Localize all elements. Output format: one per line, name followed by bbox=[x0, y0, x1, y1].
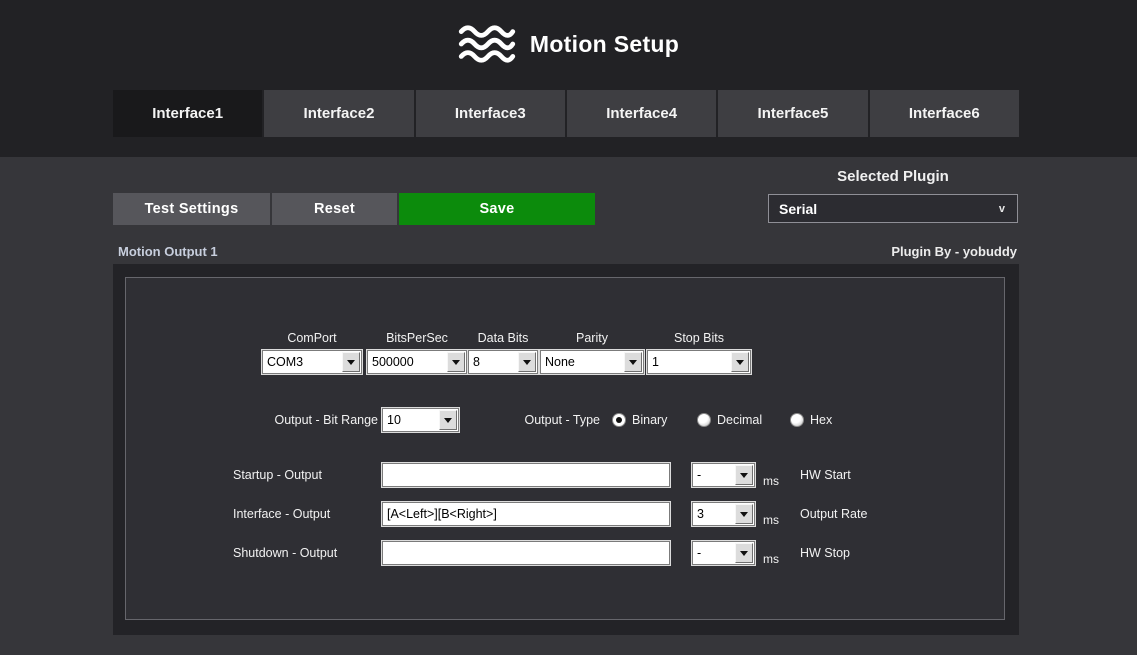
bit-range-dropdown[interactable]: 10 bbox=[382, 408, 459, 432]
tab-interface1[interactable]: Interface1 bbox=[113, 90, 262, 137]
output-settings-panel: ComPort BitsPerSec Data Bits Parity Stop… bbox=[125, 277, 1005, 620]
tab-interface6[interactable]: Interface6 bbox=[870, 90, 1019, 137]
bitspersec-dropdown[interactable]: 500000 bbox=[367, 350, 467, 374]
stopbits-dropdown[interactable]: 1 bbox=[647, 350, 751, 374]
radio-binary-label: Binary bbox=[632, 413, 667, 427]
dropdown-arrow-icon[interactable] bbox=[342, 352, 360, 372]
tab-label: Interface4 bbox=[606, 105, 677, 122]
shutdown-unit-label: ms bbox=[763, 552, 779, 566]
comport-label: ComPort bbox=[262, 331, 362, 345]
databits-dropdown[interactable]: 8 bbox=[468, 350, 538, 374]
parity-dropdown[interactable]: None bbox=[540, 350, 644, 374]
startup-output-input[interactable] bbox=[383, 464, 669, 486]
header: Motion Setup Interface1 Interface2 Inter… bbox=[0, 0, 1137, 157]
dropdown-arrow-icon[interactable] bbox=[447, 352, 465, 372]
radio-hex[interactable]: Hex bbox=[790, 409, 832, 431]
comport-value: COM3 bbox=[263, 351, 341, 373]
radio-button-icon[interactable] bbox=[697, 413, 711, 427]
tab-label: Interface5 bbox=[758, 105, 829, 122]
waves-icon bbox=[458, 23, 516, 65]
dropdown-arrow-icon[interactable] bbox=[735, 465, 753, 485]
bit-range-value: 10 bbox=[383, 409, 438, 431]
stopbits-label: Stop Bits bbox=[647, 331, 751, 345]
tab-label: Interface6 bbox=[909, 105, 980, 122]
dropdown-arrow-icon[interactable] bbox=[735, 543, 753, 563]
comport-dropdown[interactable]: COM3 bbox=[262, 350, 362, 374]
plugin-credit: Plugin By - yobuddy bbox=[891, 244, 1017, 259]
shutdown-delay-value: - bbox=[693, 542, 734, 564]
chevron-down-icon: v bbox=[999, 203, 1017, 215]
tab-interface3[interactable]: Interface3 bbox=[416, 90, 565, 137]
dropdown-arrow-icon[interactable] bbox=[731, 352, 749, 372]
tab-interface4[interactable]: Interface4 bbox=[567, 90, 716, 137]
shutdown-output-label: Shutdown - Output bbox=[233, 546, 337, 560]
dropdown-arrow-icon[interactable] bbox=[624, 352, 642, 372]
plugin-dropdown[interactable]: Serial v bbox=[768, 194, 1018, 223]
test-settings-button[interactable]: Test Settings bbox=[113, 193, 270, 225]
interface-tab-bar: Interface1 Interface2 Interface3 Interfa… bbox=[113, 90, 1019, 137]
interface-output-label: Interface - Output bbox=[233, 507, 330, 521]
tab-label: Interface2 bbox=[304, 105, 375, 122]
shutdown-output-input[interactable] bbox=[383, 542, 669, 564]
save-button[interactable]: Save bbox=[399, 193, 595, 225]
databits-label: Data Bits bbox=[468, 331, 538, 345]
radio-button-icon[interactable] bbox=[612, 413, 626, 427]
bit-range-label: Output - Bit Range bbox=[146, 413, 378, 427]
shutdown-delay-dropdown[interactable]: - bbox=[692, 541, 755, 565]
output-rate-label: Output Rate bbox=[800, 507, 867, 521]
dropdown-arrow-icon[interactable] bbox=[735, 504, 753, 524]
startup-delay-value: - bbox=[693, 464, 734, 486]
plugin-dropdown-value: Serial bbox=[769, 201, 817, 217]
radio-binary[interactable]: Binary bbox=[612, 409, 667, 431]
startup-output-label: Startup - Output bbox=[233, 468, 322, 482]
dropdown-arrow-icon[interactable] bbox=[439, 410, 457, 430]
interface-unit-label: ms bbox=[763, 513, 779, 527]
shutdown-output-field-wrap bbox=[382, 541, 670, 565]
tab-label: Interface3 bbox=[455, 105, 526, 122]
interface-rate-value: 3 bbox=[693, 503, 734, 525]
radio-hex-label: Hex bbox=[810, 413, 832, 427]
interface-rate-dropdown[interactable]: 3 bbox=[692, 502, 755, 526]
startup-output-field-wrap bbox=[382, 463, 670, 487]
reset-button[interactable]: Reset bbox=[272, 193, 397, 225]
stopbits-value: 1 bbox=[648, 351, 730, 373]
startup-delay-dropdown[interactable]: - bbox=[692, 463, 755, 487]
selected-plugin-label: Selected Plugin bbox=[768, 168, 1018, 185]
parity-label: Parity bbox=[540, 331, 644, 345]
tab-interface2[interactable]: Interface2 bbox=[264, 90, 413, 137]
motion-setup-window: Motion Setup Interface1 Interface2 Inter… bbox=[0, 0, 1137, 655]
interface-output-field-wrap bbox=[382, 502, 670, 526]
hw-stop-label: HW Stop bbox=[800, 546, 850, 560]
radio-decimal[interactable]: Decimal bbox=[697, 409, 762, 431]
brand: Motion Setup bbox=[0, 16, 1137, 72]
parity-value: None bbox=[541, 351, 623, 373]
page-title: Motion Setup bbox=[530, 31, 679, 58]
interface-output-input[interactable] bbox=[383, 503, 669, 525]
startup-unit-label: ms bbox=[763, 474, 779, 488]
tab-interface5[interactable]: Interface5 bbox=[718, 90, 867, 137]
databits-value: 8 bbox=[469, 351, 517, 373]
output-type-label: Output - Type bbox=[470, 413, 600, 427]
radio-decimal-label: Decimal bbox=[717, 413, 762, 427]
bitspersec-label: BitsPerSec bbox=[367, 331, 467, 345]
tab-label: Interface1 bbox=[152, 105, 223, 122]
motion-output-title: Motion Output 1 bbox=[118, 244, 218, 259]
bitspersec-value: 500000 bbox=[368, 351, 446, 373]
hw-start-label: HW Start bbox=[800, 468, 851, 482]
dropdown-arrow-icon[interactable] bbox=[518, 352, 536, 372]
radio-button-icon[interactable] bbox=[790, 413, 804, 427]
